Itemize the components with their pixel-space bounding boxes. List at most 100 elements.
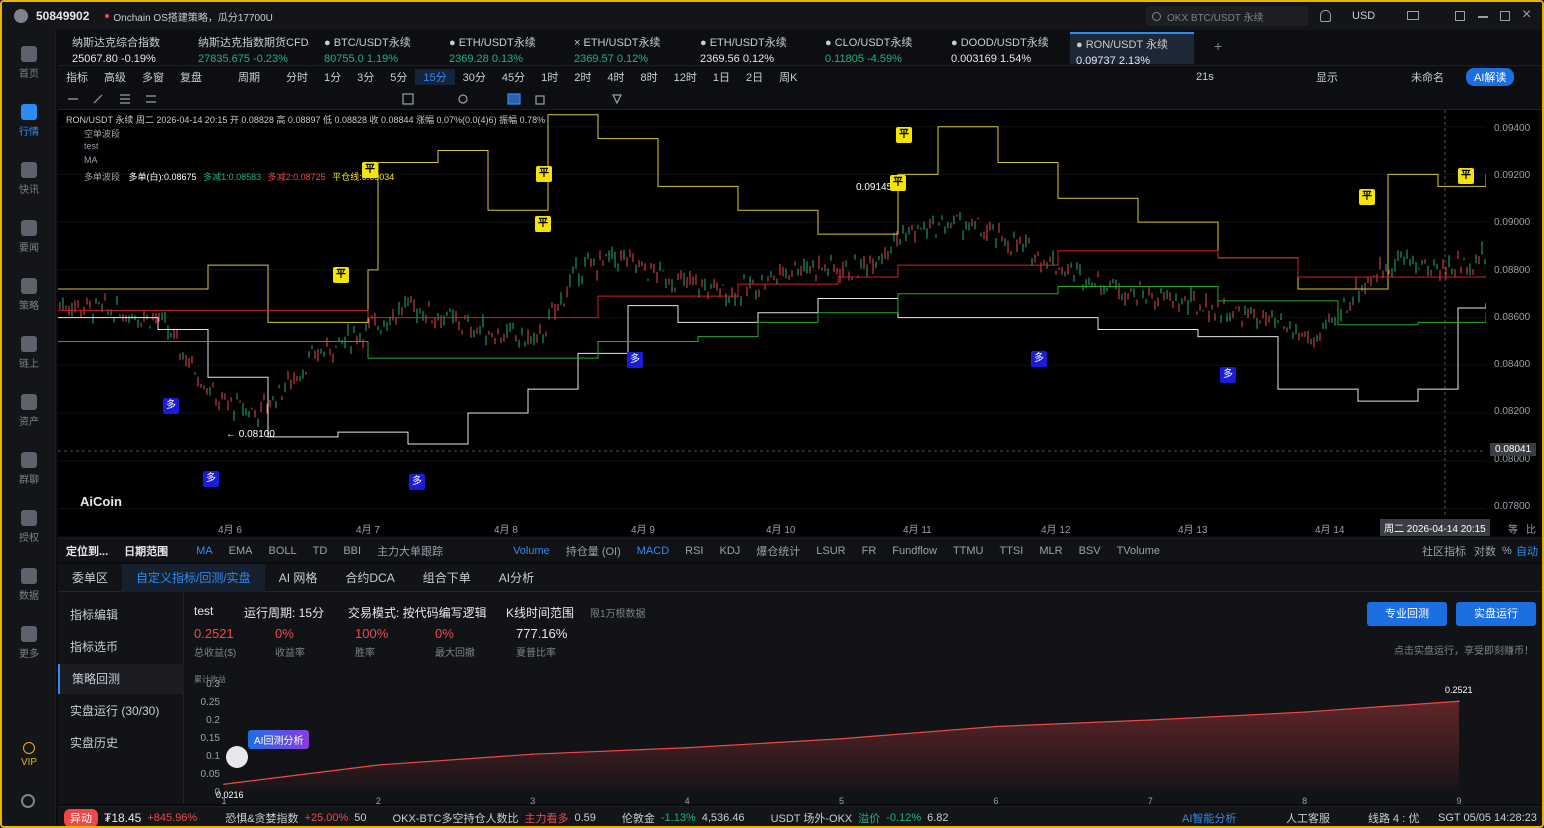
live-run-button[interactable]: 实盘运行 xyxy=(1456,602,1536,626)
ticker-tab[interactable]: ● CLO/USDT永续 0.11805 -4.59% xyxy=(819,32,943,65)
sub-indicator[interactable]: TVolume xyxy=(1109,545,1168,557)
nav-item-headlines[interactable]: 要闻 xyxy=(2,220,56,254)
sub-indicator-volume[interactable]: Volume xyxy=(505,545,558,557)
main-indicator[interactable]: BBI xyxy=(335,545,369,557)
layout-name[interactable]: 未命名 xyxy=(1403,69,1452,85)
avatar[interactable] xyxy=(14,9,28,23)
nav-item-chat[interactable]: 群聊 xyxy=(2,452,56,486)
tab-contract-dca[interactable]: 合约DCA xyxy=(331,569,408,586)
sub-indicator[interactable]: MLR xyxy=(1031,545,1070,557)
main-indicator[interactable]: 主力大单跟踪 xyxy=(369,543,451,559)
period-option[interactable]: 45分 xyxy=(494,69,533,85)
period-option[interactable]: 1分 xyxy=(316,69,349,85)
ticker-tab[interactable]: ● BTC/USDT永续 80755.0 1.19% xyxy=(318,32,442,65)
nav-item-market[interactable]: 行情 xyxy=(2,104,56,138)
sub-indicator[interactable]: RSI xyxy=(677,545,711,557)
main-indicator-ma[interactable]: MA xyxy=(188,545,221,557)
indicator-button[interactable]: 指标 xyxy=(58,69,96,85)
ai-backtest-analysis-button[interactable]: AI回测分析 xyxy=(248,730,310,749)
date-range-dropdown[interactable]: 日期范围 xyxy=(116,543,176,559)
multi-window-button[interactable]: 多窗 xyxy=(134,69,172,85)
display-button[interactable]: 显示 xyxy=(1308,69,1346,85)
period-option[interactable]: 2日 xyxy=(738,69,771,85)
sub-indicator[interactable]: FR xyxy=(854,545,885,557)
nav-item-flash[interactable]: 快讯 xyxy=(2,162,56,196)
kline-range-select[interactable]: K线时间范围 xyxy=(506,604,574,621)
mail-icon[interactable] xyxy=(1407,11,1419,20)
menu-backtest[interactable]: 策略回测 xyxy=(58,664,184,694)
price-axis[interactable]: 0.09400 0.09200 0.09000 0.08800 0.08600 … xyxy=(1486,110,1542,518)
period-option[interactable]: 3分 xyxy=(349,69,382,85)
main-indicator[interactable]: TD xyxy=(305,545,336,557)
ticker-tab[interactable]: × ETH/USDT永续 2369.57 0.12% xyxy=(568,32,692,65)
usdt-otc-label[interactable]: USDT 场外-OKX xyxy=(771,810,853,826)
ai-interpret-button[interactable]: AI解读 xyxy=(1466,68,1515,86)
auto-scale-toggle[interactable]: 自动 xyxy=(1508,543,1542,559)
nav-item-data[interactable]: 数据 xyxy=(2,568,56,602)
pro-backtest-button[interactable]: 专业回测 xyxy=(1367,602,1447,626)
period-option[interactable]: 5分 xyxy=(382,69,415,85)
currency-select[interactable]: USD xyxy=(1352,10,1375,22)
sub-indicator[interactable]: 持仓量 (OI) xyxy=(558,543,629,559)
main-indicator[interactable]: EMA xyxy=(221,545,261,557)
period-option[interactable]: 1日 xyxy=(705,69,738,85)
minimize-icon[interactable] xyxy=(1478,16,1488,18)
okx-ratio-label[interactable]: OKX-BTC多空持仓人数比 xyxy=(393,810,519,826)
sub-indicator[interactable]: Fundflow xyxy=(884,545,945,557)
nav-item-auth[interactable]: 授权 xyxy=(2,510,56,544)
ai-smart-analysis-button[interactable]: AI智能分析 xyxy=(1182,810,1236,826)
sub-indicator[interactable]: KDJ xyxy=(712,545,749,557)
period-option[interactable]: 12时 xyxy=(666,69,705,85)
ticker-tab[interactable]: 纳斯达克综合指数 25067.80 -0.19% xyxy=(66,32,190,65)
ticker-tab[interactable]: ● ETH/USDT永续 2369.28 0.13% xyxy=(443,32,567,65)
sub-indicator[interactable]: 爆仓统计 xyxy=(748,543,808,559)
notice-text[interactable]: Onchain OS搭建策略，瓜分17700U xyxy=(113,9,273,24)
period-option[interactable]: 1时 xyxy=(533,69,566,85)
main-indicator[interactable]: BOLL xyxy=(261,545,305,557)
sub-indicator[interactable]: TTMU xyxy=(945,545,992,557)
period-option[interactable]: 2时 xyxy=(566,69,599,85)
nav-item-onchain[interactable]: 链上 xyxy=(2,336,56,370)
period-select[interactable]: 运行周期: 15分 xyxy=(244,604,324,621)
period-option[interactable]: 分时 xyxy=(278,69,316,85)
nav-item-vip[interactable]: VIP xyxy=(2,742,56,768)
equal-scale-toggle[interactable]: 等 xyxy=(1508,521,1518,536)
advanced-button[interactable]: 高级 xyxy=(96,69,134,85)
alert-badge[interactable]: 异动 xyxy=(64,808,98,826)
bell-icon[interactable] xyxy=(1320,10,1331,22)
fear-greed-label[interactable]: 恐惧&贪婪指数 xyxy=(225,810,298,826)
menu-indicator-edit[interactable]: 指标编辑 xyxy=(58,600,184,630)
nav-item-assets[interactable]: 资产 xyxy=(2,394,56,428)
tab-ai-analysis[interactable]: AI分析 xyxy=(485,569,548,586)
ratio-scale-toggle[interactable]: 比 xyxy=(1526,521,1536,536)
mascot-icon[interactable] xyxy=(226,746,248,768)
sub-indicator-macd[interactable]: MACD xyxy=(629,545,677,557)
replay-button[interactable]: 复盘 xyxy=(172,69,210,85)
gold-label[interactable]: 伦敦金 xyxy=(622,810,655,826)
ticker-tab[interactable]: ● ETH/USDT永续 2369.56 0.12% xyxy=(694,32,818,65)
drawing-tools[interactable] xyxy=(58,88,758,110)
mode-select[interactable]: 交易模式: 按代码编写逻辑 xyxy=(348,604,487,621)
sub-indicator[interactable]: TTSI xyxy=(991,545,1031,557)
sub-indicator[interactable]: LSUR xyxy=(808,545,853,557)
tab-custom-indicator[interactable]: 自定义指标/回测/实盘 xyxy=(122,563,265,592)
menu-live-history[interactable]: 实盘历史 xyxy=(58,728,184,758)
ticker-tab[interactable]: 纳斯达克指数期货CFD 27835.675 -0.23% xyxy=(192,32,316,65)
menu-live-run[interactable]: 实盘运行 (30/30) xyxy=(58,696,184,726)
maximize-icon[interactable] xyxy=(1500,11,1510,21)
settings-icon[interactable] xyxy=(21,794,35,808)
period-option[interactable]: 30分 xyxy=(455,69,494,85)
locate-button[interactable]: 定位到... xyxy=(58,543,116,559)
community-indicator-button[interactable]: 社区指标 xyxy=(1414,543,1474,559)
menu-indicator-screener[interactable]: 指标选币 xyxy=(58,632,184,662)
time-axis[interactable]: 4月 6 4月 7 4月 8 4月 9 4月 10 4月 11 4月 12 4月… xyxy=(58,518,1542,536)
nav-item-home[interactable]: 首页 xyxy=(2,46,56,80)
candlestick-chart[interactable]: RON/USDT 永续 周二 2026-04-14 20:15 开 0.0882… xyxy=(58,110,1487,518)
tab-combo-order[interactable]: 组合下单 xyxy=(409,569,485,586)
add-tab-icon[interactable]: + xyxy=(1214,38,1222,54)
period-option[interactable]: 周K xyxy=(771,69,805,85)
tab-ai-grid[interactable]: AI 网格 xyxy=(265,569,332,586)
ticker-tab-active[interactable]: ● RON/USDT 永续 0.09737 2.13% xyxy=(1070,32,1194,67)
ticker-tab[interactable]: ● DOOD/USDT永续 0.003169 1.54% xyxy=(945,32,1069,65)
search-box[interactable]: OKX BTC/USDT 永续 xyxy=(1146,6,1308,26)
